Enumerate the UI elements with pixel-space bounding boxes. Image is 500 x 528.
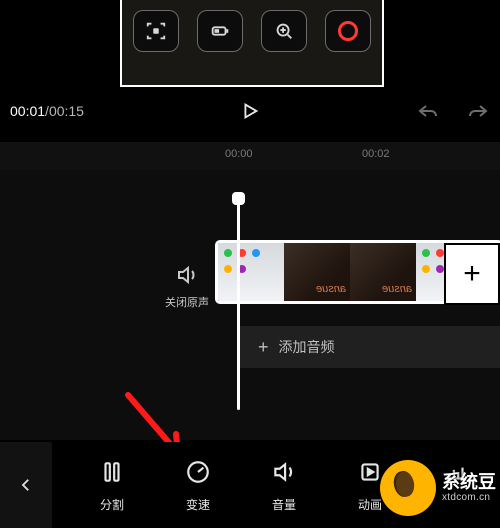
tool-label: 音量 [244, 496, 324, 513]
back-button[interactable] [0, 442, 52, 528]
split-icon [98, 458, 126, 486]
volume-icon [270, 458, 298, 486]
redo-button[interactable] [466, 99, 490, 123]
play-button[interactable] [239, 100, 261, 122]
preview-overlay-buttons [122, 10, 382, 52]
video-preview[interactable] [120, 0, 384, 87]
watermark: 系统豆 xtdcom.cn [380, 460, 496, 516]
qr-scan-icon[interactable] [133, 10, 179, 52]
tool-split[interactable]: 分割 [72, 458, 152, 513]
clip-thumbnail [218, 243, 284, 301]
add-audio-track[interactable]: + 添加音频 [240, 326, 500, 368]
playhead[interactable] [237, 200, 240, 410]
mute-original-button[interactable]: 关闭原声 [159, 263, 215, 311]
tool-volume[interactable]: 音量 [244, 458, 324, 513]
time-display: 00:01/00:15 [10, 103, 84, 119]
add-audio-label: 添加音频 [279, 337, 335, 357]
timeline-ruler[interactable]: 00:00 00:02 [0, 142, 500, 170]
battery-icon[interactable] [197, 10, 243, 52]
playback-bar: 00:01/00:15 [10, 99, 490, 123]
watermark-url: xtdcom.cn [442, 492, 496, 503]
ruler-tick: 00:02 [362, 148, 390, 160]
plus-icon: + [258, 338, 269, 356]
tool-speed[interactable]: 变速 [158, 458, 238, 513]
record-icon[interactable] [325, 10, 371, 52]
clip-thumbnail [284, 243, 350, 301]
mute-original-label: 关闭原声 [165, 297, 209, 309]
watermark-title: 系统豆 [442, 473, 496, 493]
time-current: 00:01 [10, 103, 45, 119]
tool-label: 分割 [72, 496, 152, 513]
app-root: 00:01/00:15 00:00 00:02 关闭原声 14.5s + + 添… [0, 0, 500, 528]
timeline-area[interactable] [0, 170, 500, 440]
time-duration: 00:15 [49, 103, 84, 119]
zoom-in-icon[interactable] [261, 10, 307, 52]
clip-thumbnail [350, 243, 416, 301]
ruler-tick: 00:00 [225, 148, 253, 160]
tool-label: 变速 [158, 496, 238, 513]
watermark-logo [380, 460, 436, 516]
speed-gauge-icon [184, 458, 212, 486]
add-clip-button[interactable]: + [444, 243, 500, 305]
undo-button[interactable] [416, 99, 440, 123]
